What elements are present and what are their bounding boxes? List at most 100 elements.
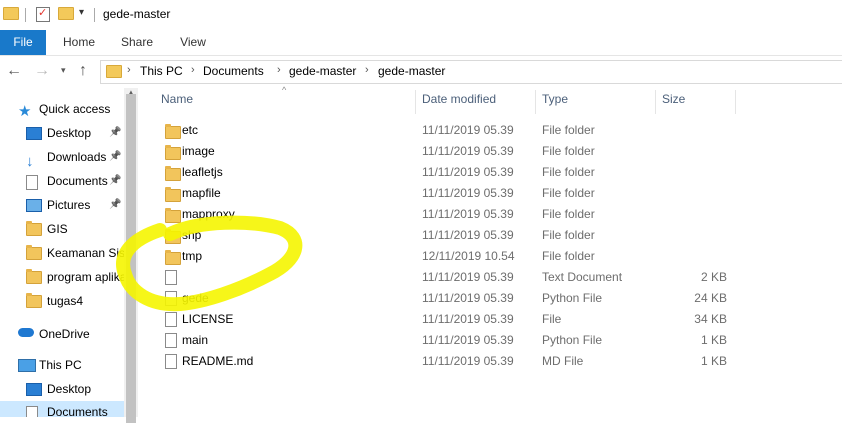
recent-locations-chevron-icon[interactable]: ▾: [61, 65, 66, 76]
nav-item-label: Pictures: [47, 198, 91, 212]
file-row[interactable]: README.md 11/11/2019 05.39 MD File 1 KB: [160, 351, 842, 372]
file-name: leafletjs: [182, 165, 223, 179]
download-icon: ↓: [26, 153, 34, 168]
file-row[interactable]: LICENSE 11/11/2019 05.39 File 34 KB: [160, 309, 842, 330]
column-header-type[interactable]: Type: [542, 92, 568, 106]
back-arrow-icon[interactable]: ←: [6, 62, 22, 80]
tab-home[interactable]: Home: [56, 30, 102, 55]
tab-file[interactable]: File: [0, 30, 46, 55]
file-row[interactable]: mapfile 11/11/2019 05.39 File folder: [160, 183, 842, 204]
nav-item[interactable]: Documents 📌: [0, 170, 124, 192]
chevron-right-icon[interactable]: ›: [127, 64, 131, 76]
nav-item[interactable]: Pictures 📌: [0, 194, 124, 216]
nav-item-label: Keamanan Sist: [47, 246, 124, 260]
file-row[interactable]: leafletjs 11/11/2019 05.39 File folder: [160, 162, 842, 183]
nav-item[interactable]: Keamanan Sist: [0, 242, 124, 264]
nav-item[interactable]: GIS: [0, 218, 124, 240]
breadcrumb-documents[interactable]: Documents: [203, 64, 264, 78]
column-header-name[interactable]: Name: [161, 92, 193, 106]
nav-item[interactable]: Desktop: [0, 378, 124, 400]
file-date: 12/11/2019 10.54: [422, 249, 515, 263]
nav-item[interactable]: Desktop 📌: [0, 122, 124, 144]
nav-scrollbar[interactable]: ▲: [124, 88, 138, 423]
file-name: tmp: [182, 249, 203, 263]
scrollbar-thumb[interactable]: [126, 94, 136, 423]
file-date: 11/11/2019 05.39: [422, 207, 514, 221]
file-row[interactable]: shp 11/11/2019 05.39 File folder: [160, 225, 842, 246]
column-divider[interactable]: [655, 90, 656, 114]
nav-item-label: GIS: [47, 222, 68, 236]
file-date: 11/11/2019 05.39: [422, 333, 514, 347]
file-size: 1 KB: [700, 333, 727, 347]
pin-icon[interactable]: 📌: [109, 194, 121, 216]
column-divider[interactable]: [735, 90, 736, 114]
pin-icon[interactable]: 📌: [109, 170, 121, 192]
file-type: File folder: [542, 228, 595, 242]
column-header-size[interactable]: Size: [662, 92, 685, 106]
tab-share[interactable]: Share: [114, 30, 160, 55]
chevron-right-icon[interactable]: ›: [191, 64, 195, 76]
file-row[interactable]: gede 11/11/2019 05.39 Python File 24 KB: [160, 288, 842, 309]
address-box[interactable]: › This PC › Documents › gede-master › ge…: [100, 60, 842, 84]
file-date: 11/11/2019 05.39: [422, 312, 514, 326]
pin-icon[interactable]: 📌: [109, 146, 121, 168]
folder-icon: [26, 245, 42, 260]
nav-item-label: Quick access: [39, 102, 111, 116]
file-name: mapproxy: [182, 207, 235, 221]
tab-view[interactable]: View: [170, 30, 216, 55]
file-type: Python File: [542, 333, 603, 347]
folder-icon: [3, 7, 19, 20]
column-divider[interactable]: [535, 90, 536, 114]
nav-item[interactable]: This PC: [0, 354, 124, 376]
file-name: image: [182, 144, 215, 158]
file-icon: [165, 333, 177, 348]
nav-item[interactable]: program aplika: [0, 266, 124, 288]
breadcrumb-gede-master-current[interactable]: gede-master: [378, 64, 445, 78]
file-row[interactable]: etc 11/11/2019 05.39 File folder: [160, 120, 842, 141]
up-arrow-icon[interactable]: ↑: [79, 62, 87, 80]
file-row[interactable]: main 11/11/2019 05.39 Python File 1 KB: [160, 330, 842, 351]
column-header-date[interactable]: Date modified: [422, 92, 496, 106]
file-date: 11/11/2019 05.39: [422, 186, 514, 200]
chevron-right-icon[interactable]: ›: [365, 64, 369, 76]
file-name: LICENSE: [182, 312, 234, 326]
folder-icon: [165, 187, 181, 202]
nav-item-label: tugas4: [47, 294, 84, 308]
ribbon: File Home Share View: [0, 30, 842, 56]
folder-icon: [165, 229, 181, 244]
address-toolbar: ← → ▾ ↑ › This PC › Documents › gede-mas…: [0, 56, 842, 86]
properties-icon[interactable]: [36, 6, 50, 22]
file-name: main: [182, 333, 209, 347]
nav-item[interactable]: Documents: [0, 401, 124, 417]
nav-item[interactable]: ↓ Downloads 📌: [0, 146, 124, 168]
chevron-right-icon[interactable]: ›: [277, 64, 281, 76]
breadcrumb-this-pc[interactable]: This PC: [140, 64, 183, 78]
file-type: Text Document: [542, 270, 623, 284]
file-type: File: [542, 312, 562, 326]
file-type: File folder: [542, 207, 595, 221]
file-row[interactable]: mapproxy 11/11/2019 05.39 File folder: [160, 204, 842, 225]
nav-item[interactable]: OneDrive: [0, 323, 124, 345]
file-type: File folder: [542, 144, 595, 158]
file-row[interactable]: tmp 12/11/2019 10.54 File folder: [160, 246, 842, 267]
file-row[interactable]: 11/11/2019 05.39 Text Document 2 KB: [160, 267, 842, 288]
nav-item[interactable]: ★ Quick access: [0, 98, 124, 120]
breadcrumb-gede-master[interactable]: gede-master: [289, 64, 356, 78]
file-type: File folder: [542, 123, 595, 137]
folder-icon: [106, 65, 122, 78]
file-icon: [165, 291, 177, 306]
forward-arrow-icon[interactable]: →: [34, 62, 50, 80]
nav-item[interactable]: tugas4: [0, 290, 124, 312]
file-row[interactable]: image 11/11/2019 05.39 File folder: [160, 141, 842, 162]
nav-item-label: Documents: [47, 405, 108, 417]
file-name: gede: [182, 291, 209, 305]
file-icon: [165, 312, 177, 327]
new-folder-icon[interactable]: [58, 7, 74, 20]
navigation-pane: ★ Quick access Desktop 📌 ↓ Downloads 📌 Document…: [0, 88, 124, 417]
column-divider[interactable]: [415, 90, 416, 114]
customize-toolbar-chevron-icon[interactable]: ▾: [79, 7, 84, 18]
file-name: README.md: [182, 354, 254, 368]
pictures-icon: [26, 199, 42, 212]
file-date: 11/11/2019 05.39: [422, 270, 514, 284]
pin-icon[interactable]: 📌: [109, 122, 121, 144]
